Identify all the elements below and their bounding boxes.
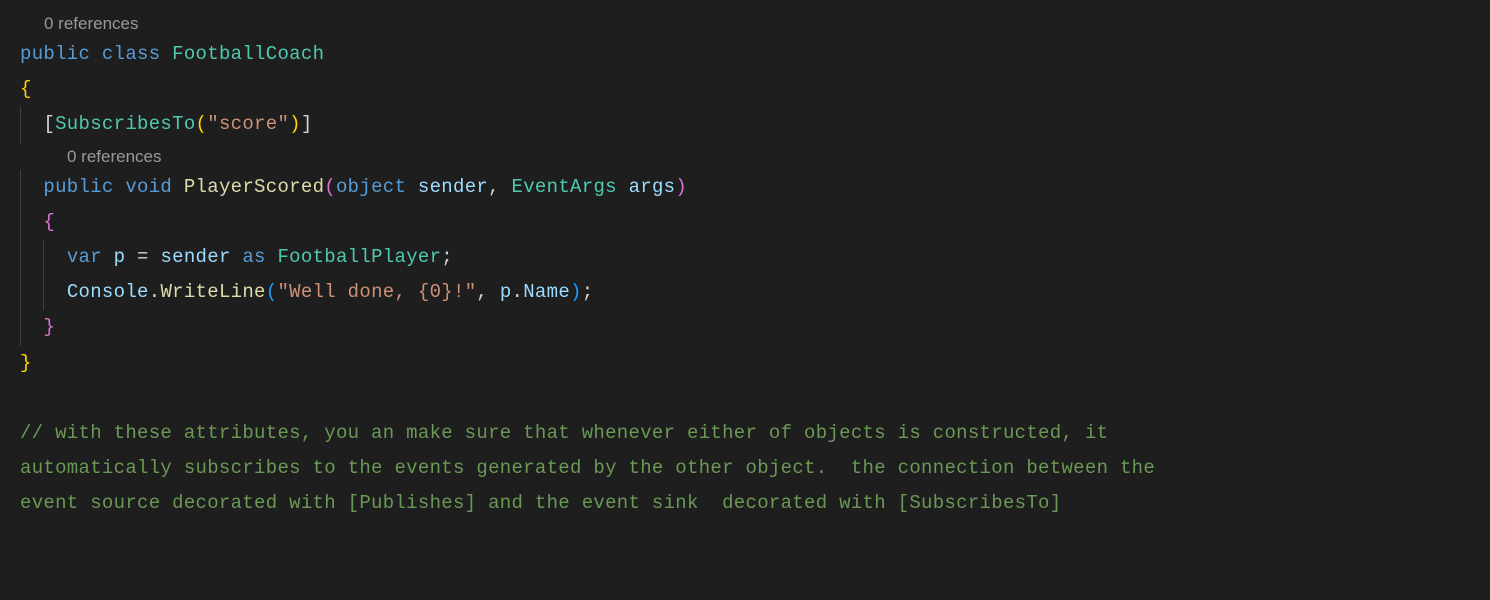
parameter: args <box>629 176 676 198</box>
paren-close: ) <box>675 176 687 198</box>
method-name: PlayerScored <box>184 176 324 198</box>
variable: p <box>114 246 126 268</box>
code-line[interactable]: Console.WriteLine("Well done, {0}!", p.N… <box>20 275 1470 310</box>
keyword-void: void <box>125 176 172 198</box>
code-line[interactable]: [SubscribesTo("score")] <box>20 107 1470 142</box>
code-line[interactable]: { <box>20 72 1470 107</box>
code-line[interactable]: { <box>20 205 1470 240</box>
comment-line[interactable]: // with these attributes, you an make su… <box>20 416 1470 451</box>
comment-line[interactable]: event source decorated with [Publishes] … <box>20 486 1470 521</box>
keyword-class: class <box>102 43 161 65</box>
type-name: EventArgs <box>512 176 617 198</box>
keyword-public: public <box>20 43 90 65</box>
brace-close: } <box>43 316 55 338</box>
paren-close: ) <box>570 281 582 303</box>
attribute-name: SubscribesTo <box>55 113 195 135</box>
string-literal: "Well done, {0}!" <box>277 281 476 303</box>
code-editor[interactable]: 0 references public class FootballCoach … <box>20 10 1470 521</box>
keyword-var: var <box>67 246 102 268</box>
brace-open: { <box>20 78 32 100</box>
code-line[interactable]: public class FootballCoach <box>20 37 1470 72</box>
paren-open: ( <box>324 176 336 198</box>
paren-open: ( <box>266 281 278 303</box>
variable: sender <box>160 246 230 268</box>
codelens-method[interactable]: 0 references <box>20 143 1470 170</box>
brace-open: { <box>43 211 55 233</box>
codelens-class[interactable]: 0 references <box>20 10 1470 37</box>
brace-close: } <box>20 352 32 374</box>
property: Name <box>523 281 570 303</box>
bracket-close: ] <box>301 113 313 135</box>
type-name: FootballPlayer <box>277 246 441 268</box>
blank-line[interactable] <box>20 381 1470 416</box>
method-call: WriteLine <box>160 281 265 303</box>
type-name: FootballCoach <box>172 43 324 65</box>
code-line[interactable]: public void PlayerScored(object sender, … <box>20 170 1470 205</box>
keyword-object: object <box>336 176 406 198</box>
bracket-open: [ <box>43 113 55 135</box>
string-literal: "score" <box>207 113 289 135</box>
code-line[interactable]: } <box>20 310 1470 345</box>
keyword-public: public <box>43 176 113 198</box>
paren-close: ) <box>289 113 301 135</box>
paren-open: ( <box>196 113 208 135</box>
keyword-as: as <box>242 246 265 268</box>
variable: p <box>500 281 512 303</box>
class-ref: Console <box>67 281 149 303</box>
code-line[interactable]: } <box>20 346 1470 381</box>
comment-line[interactable]: automatically subscribes to the events g… <box>20 451 1470 486</box>
code-line[interactable]: var p = sender as FootballPlayer; <box>20 240 1470 275</box>
parameter: sender <box>418 176 488 198</box>
